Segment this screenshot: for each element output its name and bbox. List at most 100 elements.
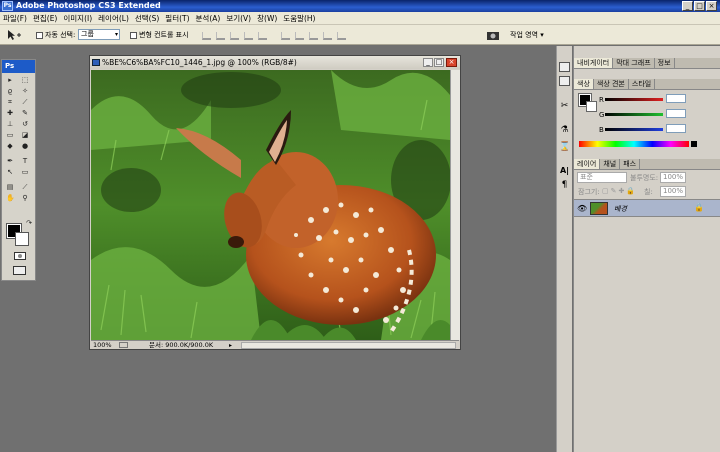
tab-color[interactable]: 색상 <box>574 79 594 89</box>
move-tool-icon[interactable]: ▸ <box>6 77 14 84</box>
slice-tool-icon[interactable]: ⟋ <box>21 99 29 106</box>
brush-tool-icon[interactable]: ✎ <box>21 110 29 117</box>
align-top-icon[interactable] <box>202 32 211 40</box>
blur-tool-icon[interactable]: ◆ <box>6 143 14 150</box>
eraser-tool-icon[interactable]: ▭ <box>6 132 14 139</box>
toolbox-header[interactable]: Ps <box>2 60 35 73</box>
menu-window[interactable]: 창(W) <box>254 12 280 25</box>
image-canvas[interactable] <box>91 70 450 340</box>
layer-visibility-eye-icon[interactable]: 👁 <box>577 204 587 213</box>
paragraph-panel-icon[interactable]: ¶ <box>559 181 570 191</box>
status-arrow-icon[interactable]: ▸ <box>229 341 232 350</box>
eyedropper-tool-icon[interactable]: ⟋ <box>21 184 29 191</box>
channel-r-value[interactable] <box>666 94 686 103</box>
vertical-scrollbar[interactable] <box>450 70 460 340</box>
bridge-icon[interactable] <box>486 30 500 41</box>
align-hcenter-icon[interactable] <box>258 32 267 40</box>
menu-layer[interactable]: 레이어(L) <box>95 12 132 25</box>
blend-mode-dropdown[interactable]: 표준 <box>577 172 627 183</box>
layer-row-background[interactable]: 👁 배경 🔒 <box>574 199 720 217</box>
layer-name[interactable]: 배경 <box>614 204 627 214</box>
notes-tool-icon[interactable]: ▤ <box>6 184 14 191</box>
history-panel-icon[interactable]: ⌛ <box>559 143 570 153</box>
title-bar: Adobe Photoshop CS3 Extended <box>0 0 720 12</box>
doc-minimize-button[interactable]: _ <box>423 58 433 67</box>
tab-navigator[interactable]: 내비게이터 <box>574 58 614 68</box>
document-title-bar[interactable]: %BE%C6%BA%FC10_1446_1.jpg @ 100% (RGB/8#… <box>90 56 460 69</box>
crop-tool-icon[interactable]: ⌗ <box>6 99 14 106</box>
clone-stamp-tool-icon[interactable]: ⊥ <box>6 121 14 128</box>
menu-view[interactable]: 보기(V) <box>223 12 254 25</box>
lock-icons[interactable]: ▢✎✚🔒 <box>602 187 637 195</box>
color-bg-swatch[interactable] <box>586 101 597 112</box>
zoom-level[interactable]: 100% <box>93 341 112 350</box>
character-panel-icon[interactable]: A| <box>559 166 570 176</box>
clone-source-panel-icon[interactable] <box>559 76 570 86</box>
menu-edit[interactable]: 편집(E) <box>30 12 60 25</box>
healing-brush-tool-icon[interactable]: ✚ <box>6 110 14 117</box>
auto-select-dropdown[interactable]: 그룹 ▾ <box>78 29 120 40</box>
gradient-tool-icon[interactable]: ◪ <box>21 132 29 139</box>
tab-swatches[interactable]: 색상 견본 <box>594 79 629 89</box>
screen-mode-icon[interactable] <box>13 266 26 275</box>
distribute-bottom-icon[interactable] <box>309 32 318 40</box>
fill-field[interactable]: 100% <box>660 186 686 197</box>
tab-layers[interactable]: 레이어 <box>574 159 601 169</box>
marquee-tool-icon[interactable]: ⬚ <box>21 77 29 84</box>
align-left-icon[interactable] <box>244 32 253 40</box>
dodge-tool-icon[interactable]: ● <box>21 143 29 150</box>
doc-close-button[interactable]: × <box>446 58 457 67</box>
show-transform-checkbox[interactable]: 변형 컨트롤 표시 <box>130 31 189 40</box>
close-button[interactable]: × <box>706 1 717 11</box>
pen-tool-icon[interactable]: ✒ <box>6 158 14 165</box>
lasso-tool-icon[interactable]: ϱ <box>6 88 14 95</box>
fill-label: 칠: <box>644 188 653 196</box>
menu-image[interactable]: 이미지(I) <box>60 12 95 25</box>
tab-histogram[interactable]: 막대 그래프 <box>613 58 655 68</box>
type-tool-icon[interactable]: T <box>21 158 29 165</box>
distribute-right-icon[interactable] <box>337 32 346 40</box>
zoom-tool-icon[interactable]: ⚲ <box>21 195 29 202</box>
channel-g-value[interactable] <box>666 109 686 118</box>
maximize-button[interactable]: □ <box>694 1 705 11</box>
menu-filter[interactable]: 필터(T) <box>162 12 192 25</box>
minimize-button[interactable]: _ <box>682 1 693 11</box>
workspace-menu[interactable]: 작업 영역 ▾ <box>510 31 544 40</box>
auto-select-checkbox[interactable]: 자동 선택: <box>36 31 75 40</box>
align-bottom-icon[interactable] <box>230 32 239 40</box>
menu-analysis[interactable]: 분석(A) <box>193 12 224 25</box>
color-spectrum-bar[interactable] <box>579 141 689 147</box>
tab-paths[interactable]: 패스 <box>620 159 641 169</box>
channel-b-value[interactable] <box>666 124 686 133</box>
doc-maximize-button[interactable]: □ <box>434 58 444 67</box>
background-color-swatch[interactable] <box>15 232 29 246</box>
hand-tool-icon[interactable]: ✋ <box>6 195 15 202</box>
shape-tool-icon[interactable]: ▭ <box>21 169 29 176</box>
menu-help[interactable]: 도움말(H) <box>280 12 318 25</box>
history-brush-tool-icon[interactable]: ↺ <box>21 121 29 128</box>
distribute-left-icon[interactable] <box>323 32 332 40</box>
status-menu-icon[interactable] <box>119 342 128 348</box>
menu-select[interactable]: 선택(S) <box>132 12 162 25</box>
tab-styles[interactable]: 스타일 <box>629 79 656 89</box>
tab-channels[interactable]: 채널 <box>600 159 621 169</box>
distribute-vcenter-icon[interactable] <box>295 32 304 40</box>
align-vcenter-icon[interactable] <box>216 32 225 40</box>
tab-info[interactable]: 정보 <box>655 58 675 68</box>
menu-file[interactable]: 파일(F) <box>0 12 30 25</box>
channel-g-slider[interactable] <box>605 113 663 116</box>
quick-mask-icon[interactable] <box>14 252 26 260</box>
brush-panel-icon[interactable] <box>559 62 570 72</box>
horizontal-scrollbar[interactable] <box>241 342 456 349</box>
actions-panel-icon[interactable]: ⚗ <box>559 126 570 136</box>
magic-wand-tool-icon[interactable]: ✧ <box>21 88 29 95</box>
opacity-field[interactable]: 100% <box>660 172 686 183</box>
spectrum-black-swatch[interactable] <box>691 141 697 147</box>
distribute-top-icon[interactable] <box>281 32 290 40</box>
tool-presets-icon[interactable]: ✂ <box>559 102 570 112</box>
path-selection-tool-icon[interactable]: ↖ <box>6 169 14 176</box>
swap-colors-icon[interactable]: ↷ <box>25 220 33 227</box>
move-tool-icon[interactable] <box>6 29 22 41</box>
channel-b-slider[interactable] <box>605 128 663 131</box>
channel-r-slider[interactable] <box>605 98 663 101</box>
